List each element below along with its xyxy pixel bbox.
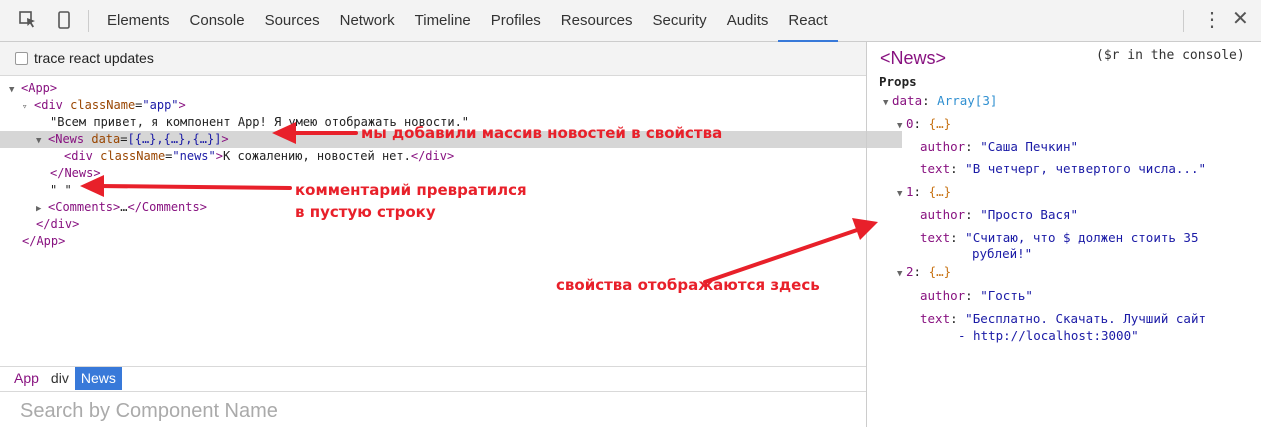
tab-resources[interactable]: Resources bbox=[551, 0, 643, 42]
device-mode-icon[interactable] bbox=[54, 10, 74, 30]
console-hint: ($r in the console) bbox=[1096, 48, 1245, 63]
tab-network[interactable]: Network bbox=[330, 0, 405, 42]
prop-data[interactable]: ▼ data: Array[3] bbox=[883, 92, 997, 112]
tab-console[interactable]: Console bbox=[180, 0, 255, 42]
prop-item-1-text-cont: рублей!" bbox=[972, 246, 1033, 261]
expand-triangle-icon[interactable]: ▼ bbox=[897, 185, 906, 203]
prop-item-0-text[interactable]: text: "В четчерг, четвертого числа..." bbox=[920, 160, 1206, 178]
annotation-comment-line1: комментарий превратился bbox=[295, 181, 527, 199]
props-panel: <News> ($r in the console) Props ▼ data: … bbox=[867, 42, 1261, 427]
props-heading: Props bbox=[879, 74, 917, 89]
toolbar-divider bbox=[88, 10, 89, 32]
prop-item-1[interactable]: ▼ 1: {…} bbox=[897, 183, 951, 203]
prop-item-1-author[interactable]: author: "Просто Вася" bbox=[920, 206, 1078, 224]
devtools-toolbar: Elements Console Sources Network Timelin… bbox=[0, 0, 1261, 42]
tab-timeline[interactable]: Timeline bbox=[405, 0, 481, 42]
breadcrumb-app[interactable]: App bbox=[8, 367, 45, 390]
tab-react[interactable]: React bbox=[778, 0, 838, 42]
more-options-icon[interactable]: ⋮ bbox=[1202, 8, 1222, 32]
tab-security[interactable]: Security bbox=[643, 0, 717, 42]
tree-node-div-end: </div> bbox=[36, 217, 80, 231]
prop-item-2-text[interactable]: text: "Бесплатно. Скачать. Лучший сайт bbox=[920, 310, 1206, 328]
breadcrumb: App div News bbox=[0, 366, 866, 390]
expand-triangle-icon[interactable]: ▼ bbox=[883, 94, 892, 112]
annotation-array-props: мы добавили массив новостей в свойства bbox=[361, 124, 723, 142]
close-icon[interactable]: ✕ bbox=[1232, 7, 1249, 31]
prop-item-0-author[interactable]: author: "Саша Печкин" bbox=[920, 138, 1078, 156]
tab-elements[interactable]: Elements bbox=[97, 0, 180, 42]
trace-updates-label: trace react updates bbox=[34, 50, 154, 66]
tree-node-app-end: </App> bbox=[22, 234, 66, 248]
selected-component-title: <News> bbox=[880, 48, 947, 68]
trace-updates-checkbox[interactable] bbox=[15, 52, 28, 65]
tree-node-div[interactable]: ▿ <div className="app"> bbox=[0, 97, 888, 114]
prop-item-2[interactable]: ▼ 2: {…} bbox=[897, 263, 951, 283]
trace-updates-bar: trace react updates bbox=[0, 42, 866, 76]
breadcrumb-news[interactable]: News bbox=[74, 367, 122, 390]
tab-sources[interactable]: Sources bbox=[255, 0, 330, 42]
expand-triangle-icon[interactable]: ▼ bbox=[897, 265, 906, 283]
prop-item-0[interactable]: ▼ 0: {…} bbox=[897, 115, 951, 135]
prop-item-2-author[interactable]: author: "Гость" bbox=[920, 287, 1033, 305]
prop-item-2-text-cont: - http://localhost:3000" bbox=[958, 328, 1139, 343]
annotation-comment-line2: в пустую строку bbox=[295, 203, 436, 221]
component-tree-panel: trace react updates ▼ <App> ▿ <div classNa… bbox=[0, 42, 902, 427]
expand-triangle-icon[interactable]: ▼ bbox=[897, 117, 906, 135]
tab-profiles[interactable]: Profiles bbox=[481, 0, 551, 42]
search-input[interactable] bbox=[18, 398, 622, 424]
tab-audits[interactable]: Audits bbox=[717, 0, 779, 42]
tree-node-app[interactable]: ▼ <App> bbox=[0, 80, 875, 97]
search-bar bbox=[0, 391, 866, 427]
breadcrumb-div[interactable]: div bbox=[45, 367, 75, 390]
prop-item-1-text[interactable]: text: "Считаю, что $ должен стоить 35 bbox=[920, 229, 1198, 247]
toolbar-divider-right bbox=[1183, 10, 1184, 32]
tree-node-news-div[interactable]: <div className="news">К сожалению, новос… bbox=[0, 148, 930, 165]
panel-tabs: Elements Console Sources Network Timelin… bbox=[97, 0, 838, 42]
inspect-element-icon[interactable] bbox=[18, 10, 38, 30]
tree-node-comments[interactable]: ▶ <Comments>…</Comments> bbox=[0, 199, 902, 216]
annotation-props-here: свойства отображаются здесь bbox=[556, 276, 820, 294]
